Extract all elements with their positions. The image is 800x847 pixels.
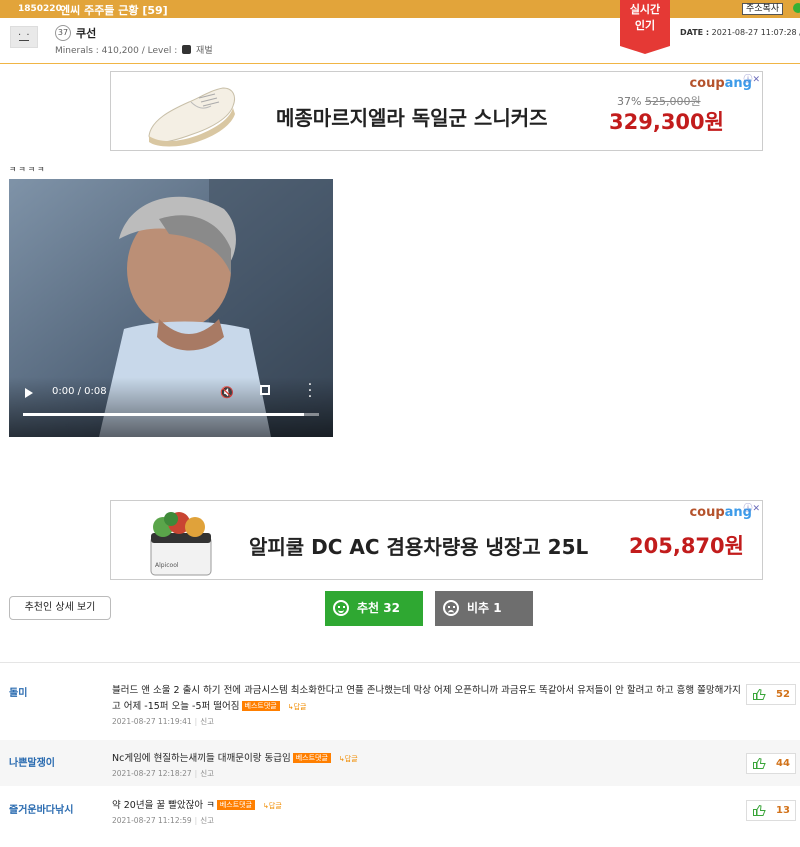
ad-title: 알피쿨 DC AC 겸용차량용 냉장고 25L bbox=[249, 535, 589, 559]
fullscreen-icon[interactable] bbox=[260, 385, 270, 395]
post-date: DATE : 2021-08-27 11:07:28 / bbox=[680, 28, 800, 37]
like-button[interactable]: 52 bbox=[746, 684, 796, 705]
comment-date: 2021-08-27 12:18:27 bbox=[112, 769, 192, 778]
smile-icon bbox=[333, 600, 349, 616]
video-player[interactable]: 0:00 / 0:08 🔇 · · · bbox=[9, 179, 333, 437]
post-id: 1850220 bbox=[18, 4, 62, 14]
reply-link[interactable]: ↳답글 bbox=[288, 703, 307, 711]
svg-text:Alpicool: Alpicool bbox=[155, 562, 179, 569]
comment-text: 블러드 앤 소울 2 출시 하기 전에 과금시스템 최소화한다고 연플 존나했는… bbox=[112, 685, 741, 712]
level-badge: 37 bbox=[55, 25, 71, 41]
ad-title: 메종마르지엘라 독일군 스니커즈 bbox=[276, 106, 548, 130]
level-name: 재벌 bbox=[196, 46, 213, 56]
comment-text: Nc게임에 현질하는새끼들 대깨문이랑 동급임 bbox=[112, 753, 291, 764]
frown-icon bbox=[443, 600, 459, 616]
like-button[interactable]: 13 bbox=[746, 800, 796, 821]
best-comment-badge: 베스트댓글 bbox=[216, 800, 256, 810]
volume-muted-icon[interactable]: 🔇 bbox=[220, 386, 234, 399]
play-icon[interactable] bbox=[25, 388, 33, 398]
minerals-text: Minerals : 410,200 / Level : bbox=[55, 46, 178, 56]
thumbs-up-icon bbox=[753, 805, 766, 816]
not-recommend-label: 비추 1 bbox=[467, 601, 502, 615]
post-header-bar: 1850220 엔씨 주주들 근황 [59] 주소복사 bbox=[0, 0, 800, 18]
post-title: 엔씨 주주들 근황 [59] bbox=[60, 4, 168, 17]
comments-divider bbox=[0, 662, 800, 663]
ad-close-icon[interactable]: ⓘ✕ bbox=[743, 501, 760, 514]
ad-banner-sneakers[interactable]: coupang ⓘ✕ 메종마르지엘라 독일군 스니커즈 37% 525,000원… bbox=[110, 71, 763, 151]
not-recommend-button[interactable]: 비추 1 bbox=[435, 591, 533, 626]
avatar[interactable] bbox=[10, 26, 38, 48]
comment-row: 즐거운바다낚시 약 20년을 꿀 빨았잖아 ㅋ 베스트댓글 ↳답글 2021-08-… bbox=[0, 787, 800, 833]
date-value: 2021-08-27 11:07:28 / bbox=[711, 28, 800, 37]
comment-meta: 2021-08-27 11:12:59 | 신고 bbox=[112, 816, 214, 825]
video-progress-bar[interactable] bbox=[23, 413, 319, 416]
comment-row: 나쁜말쟁이 Nc게임에 현질하는새끼들 대깨문이랑 동급임 베스트댓글 ↳답글 20… bbox=[0, 740, 800, 786]
comment-text: 약 20년을 꿀 빨았잖아 ㅋ bbox=[112, 800, 215, 811]
like-count: 52 bbox=[776, 689, 790, 700]
ad-price: 329,300원 bbox=[609, 110, 724, 134]
sneaker-image bbox=[148, 87, 236, 147]
ad-close-icon[interactable]: ⓘ✕ bbox=[743, 72, 760, 85]
comment-meta: 2021-08-27 12:18:27 | 신고 bbox=[112, 769, 214, 778]
like-count: 13 bbox=[776, 805, 790, 816]
reply-link[interactable]: ↳답글 bbox=[263, 802, 282, 810]
comment-author[interactable]: 나쁜말쟁이 bbox=[9, 754, 55, 769]
author-name[interactable]: 쿠선 bbox=[76, 25, 96, 41]
comment-body: 블러드 앤 소울 2 출시 하기 전에 과금시스템 최소화한다고 연플 존나했는… bbox=[112, 683, 742, 729]
reply-link[interactable]: ↳답글 bbox=[339, 755, 358, 763]
recommend-label: 추천 32 bbox=[357, 601, 400, 615]
report-link[interactable]: 신고 bbox=[200, 816, 214, 825]
refresh-icon[interactable] bbox=[793, 3, 800, 13]
video-progress-fill bbox=[23, 413, 305, 416]
best-comment-badge: 베스트댓글 bbox=[241, 701, 280, 711]
thumbs-up-icon bbox=[753, 689, 766, 700]
level-icon bbox=[182, 45, 192, 54]
author-info: 37 쿠선 Minerals : 410,200 / Level : 재벌 DA… bbox=[0, 18, 800, 64]
report-link[interactable]: 신고 bbox=[200, 769, 214, 778]
comment-body: Nc게임에 현질하는새끼들 대깨문이랑 동급임 베스트댓글 ↳답글 2021-08-… bbox=[112, 751, 742, 781]
like-button[interactable]: 44 bbox=[746, 753, 796, 774]
ad-price: 205,870원 bbox=[629, 534, 744, 558]
comment-date: 2021-08-27 11:19:41 bbox=[112, 717, 192, 726]
post-text: ㅋㅋㅋㅋ bbox=[9, 165, 47, 174]
comment-author[interactable]: 돌미 bbox=[9, 684, 27, 699]
comment-row: 돌미 블러드 앤 소울 2 출시 하기 전에 과금시스템 최소화한다고 연플 존… bbox=[0, 673, 800, 737]
live-tag-line1: 실시간 bbox=[629, 3, 661, 16]
comment-meta: 2021-08-27 11:19:41 | 신고 bbox=[112, 717, 214, 726]
more-options-icon[interactable]: · · · bbox=[307, 378, 313, 404]
video-time: 0:00 / 0:08 bbox=[52, 386, 107, 397]
comment-body: 약 20년을 꿀 빨았잖아 ㅋ 베스트댓글 ↳답글 2021-08-27 11:12… bbox=[112, 798, 742, 828]
thumbs-up-icon bbox=[753, 758, 766, 769]
ad-banner-fridge[interactable]: Alpicool coupang ⓘ✕ 알피쿨 DC AC 겸용차량용 냉장고 … bbox=[110, 500, 763, 580]
recommend-button[interactable]: 추천 32 bbox=[325, 591, 423, 626]
comment-author[interactable]: 즐거운바다낚시 bbox=[9, 801, 73, 816]
like-count: 44 bbox=[776, 758, 790, 769]
best-comment-badge: 베스트댓글 bbox=[292, 753, 331, 763]
date-label: DATE : bbox=[680, 28, 710, 37]
recommender-detail-button[interactable]: 추천인 상세 보기 bbox=[9, 596, 111, 620]
comment-date: 2021-08-27 11:12:59 bbox=[112, 816, 192, 825]
copy-url-button[interactable]: 주소복사 bbox=[742, 3, 784, 15]
report-link[interactable]: 신고 bbox=[200, 717, 214, 726]
author-meta: Minerals : 410,200 / Level : 재벌 bbox=[55, 43, 213, 56]
fridge-image: Alpicool bbox=[150, 512, 212, 576]
